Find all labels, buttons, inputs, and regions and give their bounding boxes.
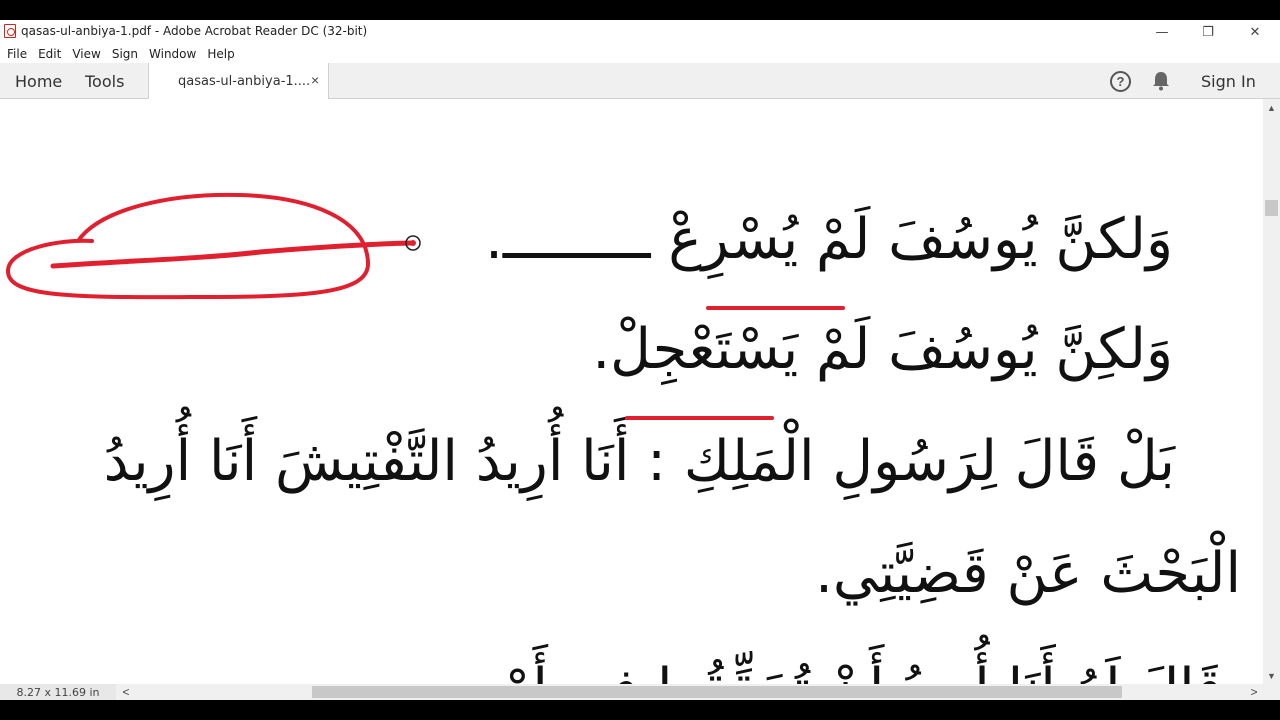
ink-pen-cursor-icon	[405, 235, 421, 251]
arabic-line-1: وَلكنَّ يُوسُفَ لَمْ يُسْرِعْ ـــــــــ.	[485, 207, 1173, 272]
restore-button[interactable]: ❐	[1185, 20, 1231, 44]
menu-help[interactable]: Help	[207, 47, 234, 61]
page-size-label: 8.27 x 11.69 in	[0, 684, 116, 700]
notification-bell-icon[interactable]	[1152, 71, 1170, 91]
tab-bar: Home Tools qasas-ul-anbiya-1.... × ? Sig…	[0, 63, 1280, 99]
document-page[interactable]: وَلكنَّ يُوسُفَ لَمْ يُسْرِعْ ـــــــــ.…	[0, 99, 1263, 684]
menu-file[interactable]: File	[7, 47, 27, 61]
window-title: qasas-ul-anbiya-1.pdf - Adobe Acrobat Re…	[21, 24, 368, 38]
tab-tools[interactable]: Tools	[85, 72, 124, 91]
help-icon[interactable]: ?	[1110, 71, 1131, 92]
acrobat-window: qasas-ul-anbiya-1.pdf - Adobe Acrobat Re…	[0, 20, 1280, 700]
menu-bar: File Edit View Sign Window Help	[0, 44, 1280, 63]
tab-document[interactable]: qasas-ul-anbiya-1.... ×	[148, 63, 329, 99]
document-tab-label: qasas-ul-anbiya-1....	[178, 74, 311, 89]
tab-home[interactable]: Home	[15, 72, 62, 91]
menu-edit[interactable]: Edit	[38, 47, 61, 61]
horizontal-scrollbar[interactable]: 8.27 x 11.69 in < >	[0, 684, 1280, 700]
arabic-line-2: وَلكِنَّ يُوسُفَ لَمْ يَسْتَعْجِلْ.	[592, 317, 1173, 382]
close-tab-icon[interactable]: ×	[311, 72, 319, 88]
close-window-button[interactable]: ✕	[1232, 20, 1278, 44]
arabic-line-4: الْبَحْثَ عَنْ قَضِيَّتِي.	[815, 541, 1241, 606]
minimize-button[interactable]: —	[1139, 20, 1185, 44]
vertical-scroll-thumb[interactable]	[1265, 200, 1278, 216]
scroll-right-icon[interactable]: >	[1246, 684, 1262, 700]
menu-sign[interactable]: Sign	[112, 47, 138, 61]
pdf-file-icon	[4, 24, 16, 38]
menu-view[interactable]: View	[72, 47, 100, 61]
ink-strike-line	[50, 240, 415, 269]
ink-loop	[5, 192, 371, 300]
scroll-up-icon[interactable]: ▲	[1263, 99, 1280, 116]
arabic-line-3: بَلْ قَالَ لِرَسُولِ الْمَلِكِ : أَنَا أ…	[103, 429, 1175, 494]
horizontal-scroll-thumb[interactable]	[312, 686, 1122, 698]
sign-in-button[interactable]: Sign In	[1201, 72, 1256, 91]
scroll-down-icon[interactable]: ▼	[1263, 667, 1280, 684]
arabic-line-5: قَالَ لَهُ أَنَا أُرِيدُ أَنْ تُحَقِّقُو…	[428, 657, 1223, 684]
scroll-left-icon[interactable]: <	[118, 684, 134, 700]
menu-window[interactable]: Window	[149, 47, 196, 61]
title-bar: qasas-ul-anbiya-1.pdf - Adobe Acrobat Re…	[0, 20, 1280, 44]
vertical-scrollbar[interactable]: ▲ ▼	[1263, 99, 1280, 684]
